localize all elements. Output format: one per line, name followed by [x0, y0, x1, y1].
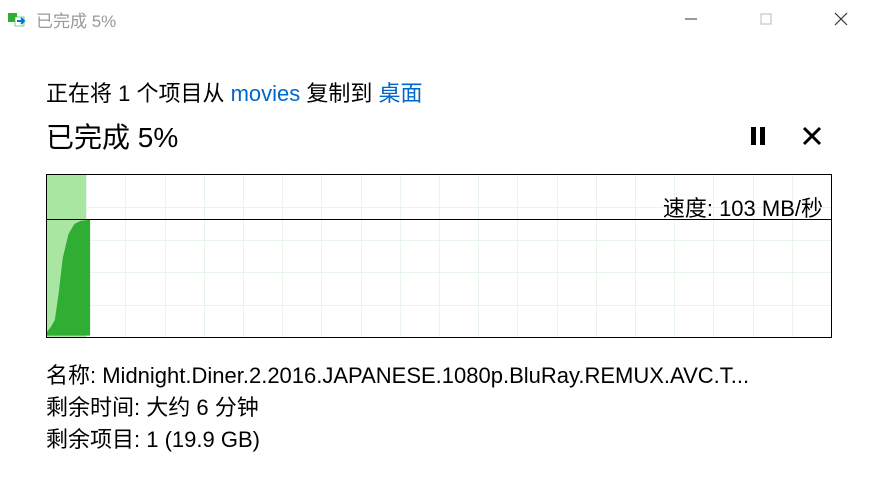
close-button[interactable] [803, 0, 878, 38]
status-text: 已完成 5% [46, 116, 178, 156]
time-value: 大约 6 分钟 [146, 395, 258, 420]
action-buttons [746, 124, 832, 148]
name-label: 名称: [46, 363, 102, 388]
speed-chart[interactable]: 速度: 103 MB/秒 [46, 174, 832, 338]
status-row: 已完成 5% [46, 116, 832, 156]
pause-button[interactable] [746, 124, 770, 148]
speed-label-text: 速度: [663, 196, 719, 221]
copy-mid2: 复制到 [300, 81, 378, 106]
destination-link[interactable]: 桌面 [379, 81, 423, 106]
window-controls [653, 0, 878, 38]
window-titlebar: 已完成 5% [0, 0, 878, 38]
time-label: 剩余时间: [46, 395, 146, 420]
window-title: 已完成 5% [36, 7, 653, 32]
items-value: 1 (19.9 GB) [146, 427, 260, 452]
detail-name: 名称: Midnight.Diner.2.2016.JAPANESE.1080p… [46, 360, 832, 392]
name-value: Midnight.Diner.2.2016.JAPANESE.1080p.Blu… [102, 363, 749, 388]
items-label: 剩余项目: [46, 427, 146, 452]
speed-value: 103 MB/秒 [719, 196, 823, 221]
file-transfer-icon [8, 9, 28, 29]
maximize-button[interactable] [728, 0, 803, 38]
detail-items: 剩余项目: 1 (19.9 GB) [46, 424, 832, 456]
speed-curve [47, 175, 90, 336]
dialog-content: 正在将 1 个项目从 movies 复制到 桌面 已完成 5% [0, 38, 878, 456]
cancel-button[interactable] [800, 124, 824, 148]
details-section: 名称: Midnight.Diner.2.2016.JAPANESE.1080p… [46, 360, 832, 456]
copy-mid1: 个项目从 [130, 81, 230, 106]
speed-label: 速度: 103 MB/秒 [663, 191, 823, 223]
copy-prefix: 正在将 [46, 81, 118, 106]
copy-count: 1 [118, 81, 130, 106]
copy-description: 正在将 1 个项目从 movies 复制到 桌面 [46, 76, 832, 108]
detail-time: 剩余时间: 大约 6 分钟 [46, 392, 832, 424]
source-link[interactable]: movies [231, 81, 301, 106]
minimize-button[interactable] [653, 0, 728, 38]
